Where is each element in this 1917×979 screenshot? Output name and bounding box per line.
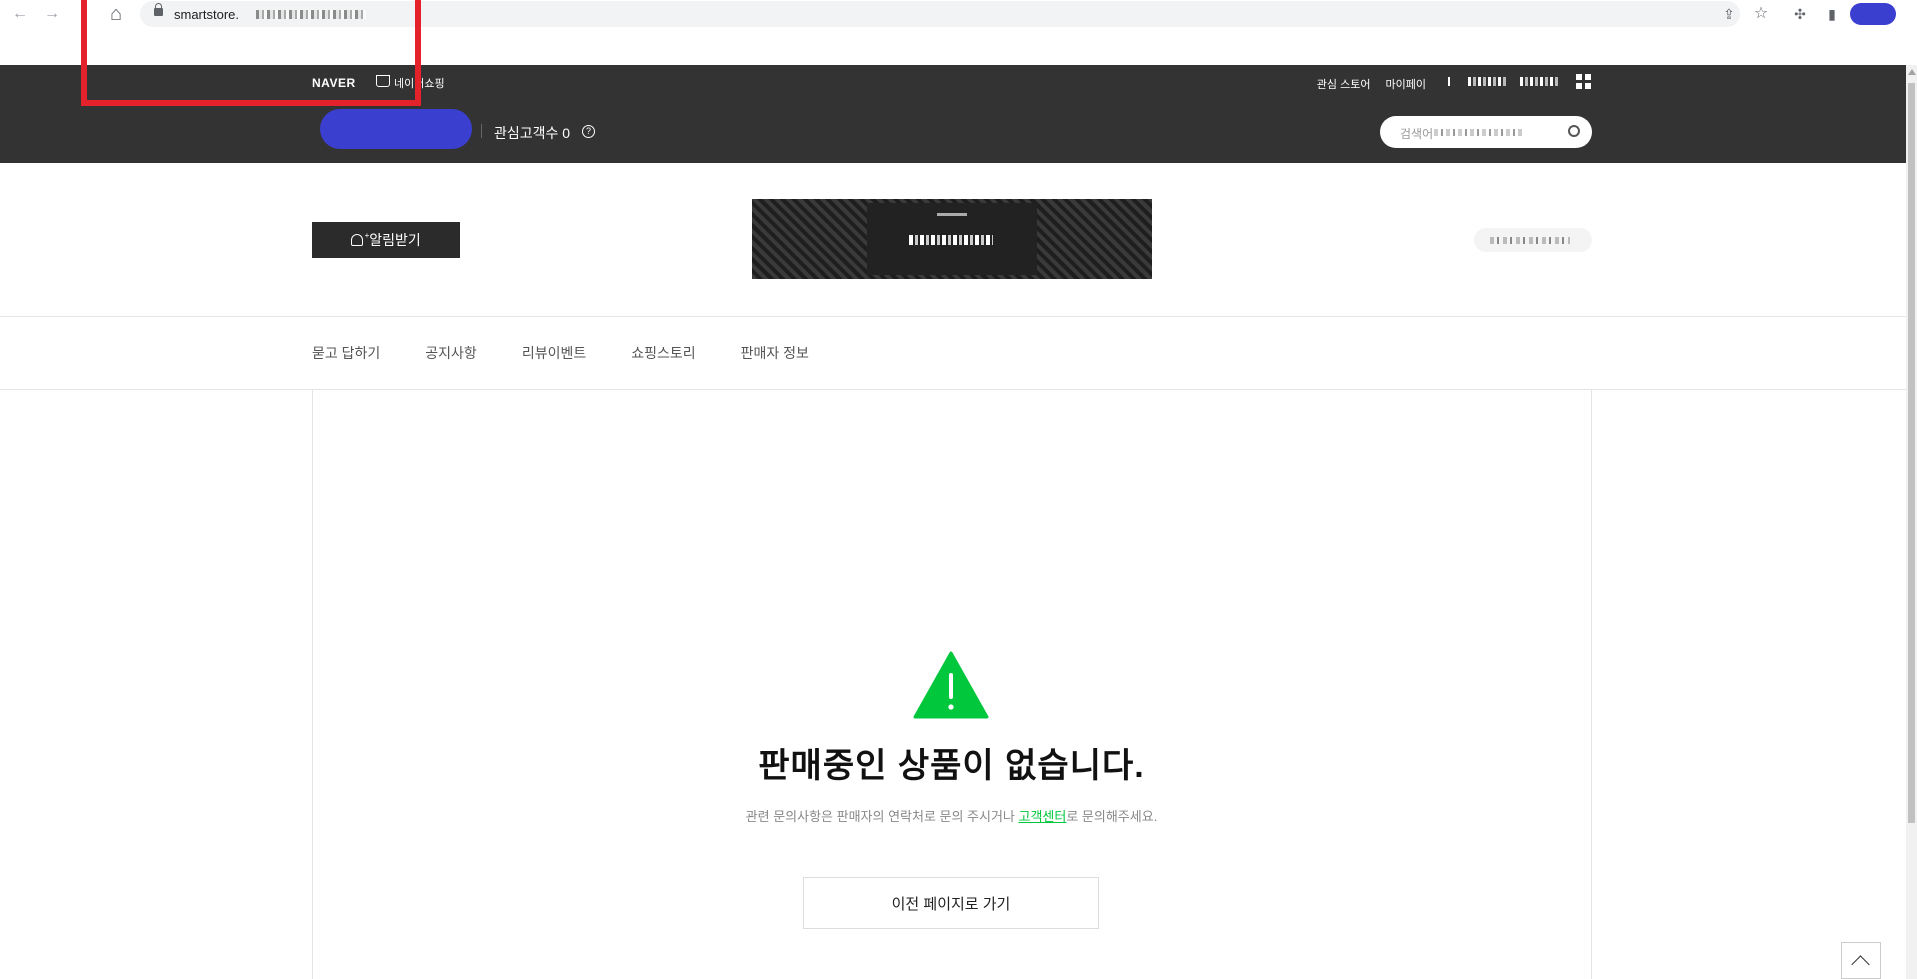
- nav-review-event[interactable]: 리뷰이벤트: [522, 343, 586, 363]
- nav-qna[interactable]: 묻고 답하기: [312, 343, 380, 363]
- divider: [0, 316, 1906, 317]
- customer-center-link[interactable]: 고객센터: [1019, 809, 1067, 824]
- empty-desc-text: 관련 문의사항은 판매자의 연락처로 문의 주시거나: [745, 809, 1019, 824]
- top-links: 관심 스토어 마이페이: [1305, 76, 1426, 92]
- redacted-text: [1448, 77, 1450, 86]
- extensions-icon[interactable]: ✣: [1790, 4, 1810, 24]
- mypage-link[interactable]: 마이페이: [1386, 79, 1426, 91]
- redacted-text: [1520, 77, 1560, 86]
- favorite-stores-link[interactable]: 관심 스토어: [1317, 79, 1371, 91]
- forward-icon[interactable]: →: [42, 4, 62, 24]
- nav-seller-info[interactable]: 판매자 정보: [741, 343, 809, 363]
- search-placeholder: 검색어: [1400, 127, 1434, 141]
- go-back-button[interactable]: 이전 페이지로 가기: [803, 877, 1099, 929]
- store-banner-logo[interactable]: [752, 199, 1152, 279]
- warning-icon: [913, 651, 989, 719]
- scroll-up-arrow[interactable]: [1908, 69, 1916, 75]
- banner-center: [867, 203, 1037, 275]
- redacted-text: [1468, 77, 1506, 86]
- empty-title: 판매중인 상품이 없습니다.: [758, 747, 1145, 785]
- page: ← → ⌂ smartstore. ⇪ ☆ ✣ ▮ NAVER 네이버쇼핑 관심…: [0, 0, 1917, 979]
- banner-dash: [937, 213, 967, 216]
- notify-button-label: 알림받기: [369, 232, 421, 248]
- bell-icon: [351, 231, 369, 246]
- scrollbar[interactable]: [1906, 65, 1917, 979]
- redacted-text: [1434, 129, 1524, 136]
- share-icon[interactable]: ⇪: [1719, 4, 1739, 24]
- store-nav: 묻고 답하기 공지사항 리뷰이벤트 쇼핑스토리 판매자 정보: [312, 343, 809, 363]
- back-icon[interactable]: ←: [10, 4, 30, 24]
- scroll-top-button[interactable]: [1841, 942, 1881, 979]
- search-icon[interactable]: [1568, 125, 1580, 137]
- nav-notice[interactable]: 공지사항: [425, 343, 477, 363]
- side-panel-icon[interactable]: ▮: [1822, 4, 1842, 24]
- empty-desc-text-end: 로 문의해주세요.: [1066, 809, 1158, 824]
- star-icon[interactable]: ☆: [1751, 4, 1771, 24]
- store-name-redacted[interactable]: [320, 109, 472, 149]
- nav-shopping-story[interactable]: 쇼핑스토리: [631, 343, 695, 363]
- notify-button[interactable]: 알림받기: [312, 222, 460, 258]
- profile-avatar-redacted[interactable]: [1850, 3, 1896, 25]
- empty-description: 관련 문의사항은 판매자의 연락처로 문의 주시거나 고객센터로 문의해주세요.: [0, 806, 1903, 825]
- menu-grid-icon[interactable]: [1576, 74, 1592, 90]
- search-input[interactable]: 검색어: [1380, 116, 1592, 148]
- banner-text-redacted: [909, 235, 993, 245]
- divider: [481, 124, 482, 138]
- follower-count: 관심고객수 0: [494, 125, 571, 141]
- scroll-thumb[interactable]: [1908, 83, 1915, 823]
- annotation-highlight: [81, 0, 421, 106]
- help-icon[interactable]: ?: [582, 125, 595, 138]
- store-grade-badge-redacted: [1474, 228, 1592, 252]
